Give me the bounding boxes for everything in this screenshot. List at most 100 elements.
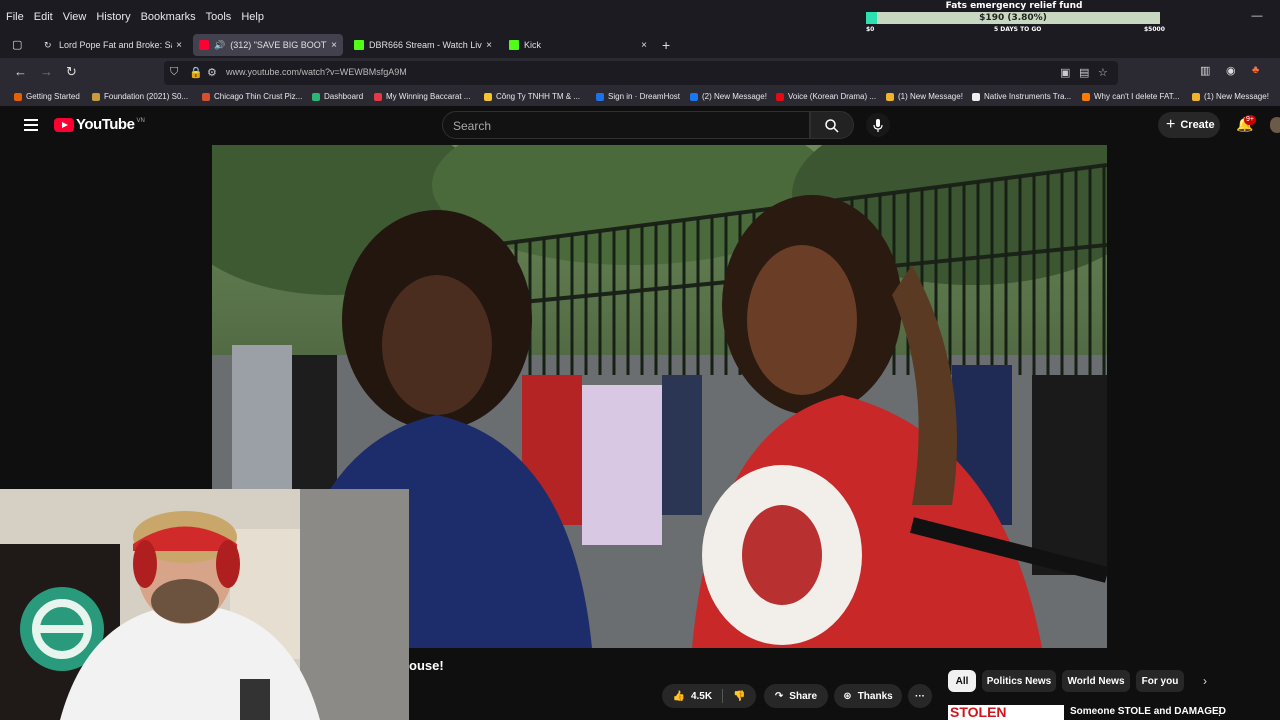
chip-politics-news[interactable]: Politics News: [982, 670, 1056, 692]
permissions-icon[interactable]: ⚙: [207, 66, 217, 79]
bookmark-item[interactable]: Foundation (2021) S0...: [92, 92, 188, 101]
share-icon: ↷: [774, 690, 784, 702]
menu-help[interactable]: Help: [241, 11, 264, 23]
bookmark-item[interactable]: Getting Started: [14, 92, 80, 101]
bookmark-favicon-icon: [202, 92, 210, 101]
bookmark-star-icon[interactable]: ☆: [1098, 66, 1108, 79]
forward-arrow-icon[interactable]: →: [40, 64, 53, 79]
avatar[interactable]: [1270, 117, 1280, 133]
bookmark-label: Voice (Korean Drama) ...: [788, 92, 877, 101]
kick-favicon-icon: [509, 40, 519, 50]
fund-progress-bar: $190 (3.80%): [866, 12, 1160, 24]
search-icon: [825, 119, 839, 133]
share-button[interactable]: ↷ Share: [764, 684, 828, 708]
bookmark-favicon-icon: [886, 92, 894, 101]
bookmark-favicon-icon: [92, 92, 100, 101]
bookmark-label: Why can't I delete FAT...: [1094, 92, 1180, 101]
close-icon[interactable]: ×: [486, 40, 492, 51]
tab-youtube[interactable]: 🔊 (312) "SAVE BIG BOOTY LA ×: [193, 34, 343, 56]
dislike-icon[interactable]: 👎: [733, 691, 745, 702]
bookmark-item[interactable]: Công Ty TNHH TM & ...: [484, 92, 580, 101]
bookmark-item[interactable]: (1) New Message!: [1192, 92, 1269, 101]
youtube-favicon-icon: [199, 40, 209, 50]
country-code: VN: [136, 117, 145, 124]
microphone-icon: [873, 118, 883, 132]
menu-bookmarks[interactable]: Bookmarks: [141, 11, 196, 23]
thanks-label: Thanks: [857, 690, 893, 702]
bookmark-item[interactable]: Native Instruments Tra...: [972, 92, 1071, 101]
bookmark-label: Foundation (2021) S0...: [104, 92, 189, 101]
more-actions-button[interactable]: ···: [908, 684, 932, 708]
chip-world-news[interactable]: World News: [1062, 670, 1130, 692]
lock-icon[interactable]: 🔒: [189, 66, 203, 79]
extension-fox-icon[interactable]: ♣: [1252, 64, 1259, 76]
recommendation-title[interactable]: Someone STOLE and DAMAGED: [1070, 706, 1226, 717]
bookmark-favicon-icon: [776, 92, 784, 101]
search-input[interactable]: [453, 119, 793, 133]
divider: [722, 689, 724, 703]
chip-for-you[interactable]: For you: [1136, 670, 1184, 692]
bookmark-favicon-icon: [484, 92, 492, 101]
tab-kick[interactable]: Kick ×: [503, 34, 653, 56]
menu-edit[interactable]: Edit: [34, 11, 53, 23]
reader-view-icon[interactable]: ▤: [1079, 66, 1089, 79]
url-text[interactable]: www.youtube.com/watch?v=WEWBMsfgA9M: [226, 67, 407, 77]
close-icon[interactable]: ×: [331, 40, 337, 51]
reload-icon[interactable]: ↻: [66, 64, 77, 80]
close-icon[interactable]: ×: [641, 40, 647, 51]
sidebar-icon[interactable]: ▥: [1200, 64, 1210, 77]
shield-icon[interactable]: ⛉: [170, 66, 178, 79]
close-icon[interactable]: ×: [176, 40, 182, 51]
bookmark-label: Công Ty TNHH TM & ...: [496, 92, 581, 101]
tab-lord-pope[interactable]: ↻ Lord Pope Fat and Broke: Saigo ×: [38, 34, 188, 56]
account-icon[interactable]: ◉: [1226, 64, 1236, 77]
voice-search-button[interactable]: [866, 113, 890, 137]
tab-bar: ▢ ↻ Lord Pope Fat and Broke: Saigo × 🔊 (…: [0, 34, 1280, 58]
menu-history[interactable]: History: [96, 11, 130, 23]
new-tab-button[interactable]: +: [662, 37, 670, 53]
tab-list-icon[interactable]: ▢: [12, 38, 22, 51]
youtube-logo[interactable]: YouTube VN: [54, 116, 145, 133]
tab-label: Kick: [524, 40, 542, 50]
like-icon[interactable]: 👍: [672, 691, 684, 702]
menu-file[interactable]: File: [6, 11, 24, 23]
bookmark-item[interactable]: (1) New Message!: [886, 92, 963, 101]
bookmark-item[interactable]: Voice (Korean Drama) ...: [776, 92, 876, 101]
bookmark-item[interactable]: Sign in · DreamHost: [596, 92, 680, 101]
search-button[interactable]: [810, 111, 854, 139]
screenshot-icon[interactable]: ▣: [1060, 66, 1070, 79]
menu-view[interactable]: View: [63, 11, 87, 23]
menu-icon[interactable]: [24, 119, 38, 131]
recommendation-thumbnail[interactable]: STOLEN: [948, 705, 1064, 720]
minimize-icon[interactable]: —: [1234, 10, 1280, 22]
notification-badge: 9+: [1244, 115, 1256, 125]
like-count[interactable]: 4.5K: [691, 691, 712, 702]
fund-title: Fats emergency relief fund: [945, 1, 1083, 11]
bookmark-item[interactable]: Dashboard: [312, 92, 363, 101]
menu-tools[interactable]: Tools: [206, 11, 232, 23]
bookmark-favicon-icon: [1082, 92, 1090, 101]
recommendation-more-icon[interactable]: ⋮: [1214, 705, 1225, 718]
refresh-tab-icon: ↻: [44, 40, 52, 50]
bookmark-item[interactable]: My Winning Baccarat ...: [374, 92, 470, 101]
bookmark-item[interactable]: Chicago Thin Crust Piz...: [202, 92, 302, 101]
thanks-button[interactable]: ⊛ Thanks: [834, 684, 902, 708]
tab-dbr666[interactable]: DBR666 Stream - Watch Live on ×: [348, 34, 498, 56]
chevron-right-icon[interactable]: ›: [1203, 674, 1207, 688]
thanks-icon: ⊛: [843, 690, 852, 702]
bookmark-label: (1) New Message!: [898, 92, 963, 101]
bookmarks-toolbar: Getting Started Foundation (2021) S0... Ch…: [0, 88, 1280, 106]
bookmark-label: Dashboard: [324, 92, 364, 101]
bookmark-label: (2) New Message!: [702, 92, 767, 101]
bookmark-item[interactable]: (2) New Message!: [690, 92, 767, 101]
address-bar[interactable]: ⛉ 🔒 ⚙ www.youtube.com/watch?v=WEWBMsfgA9…: [164, 61, 1118, 85]
bookmark-favicon-icon: [596, 92, 604, 101]
logo-text: YouTube: [76, 116, 135, 133]
search-box[interactable]: [442, 111, 810, 139]
back-arrow-icon[interactable]: ←: [14, 64, 27, 79]
bookmark-item[interactable]: Why can't I delete FAT...: [1082, 92, 1179, 101]
chip-all[interactable]: All: [948, 670, 976, 692]
create-button[interactable]: + Create: [1158, 112, 1220, 138]
speaker-icon[interactable]: 🔊: [214, 40, 225, 50]
bookmark-label: Getting Started: [26, 92, 80, 101]
